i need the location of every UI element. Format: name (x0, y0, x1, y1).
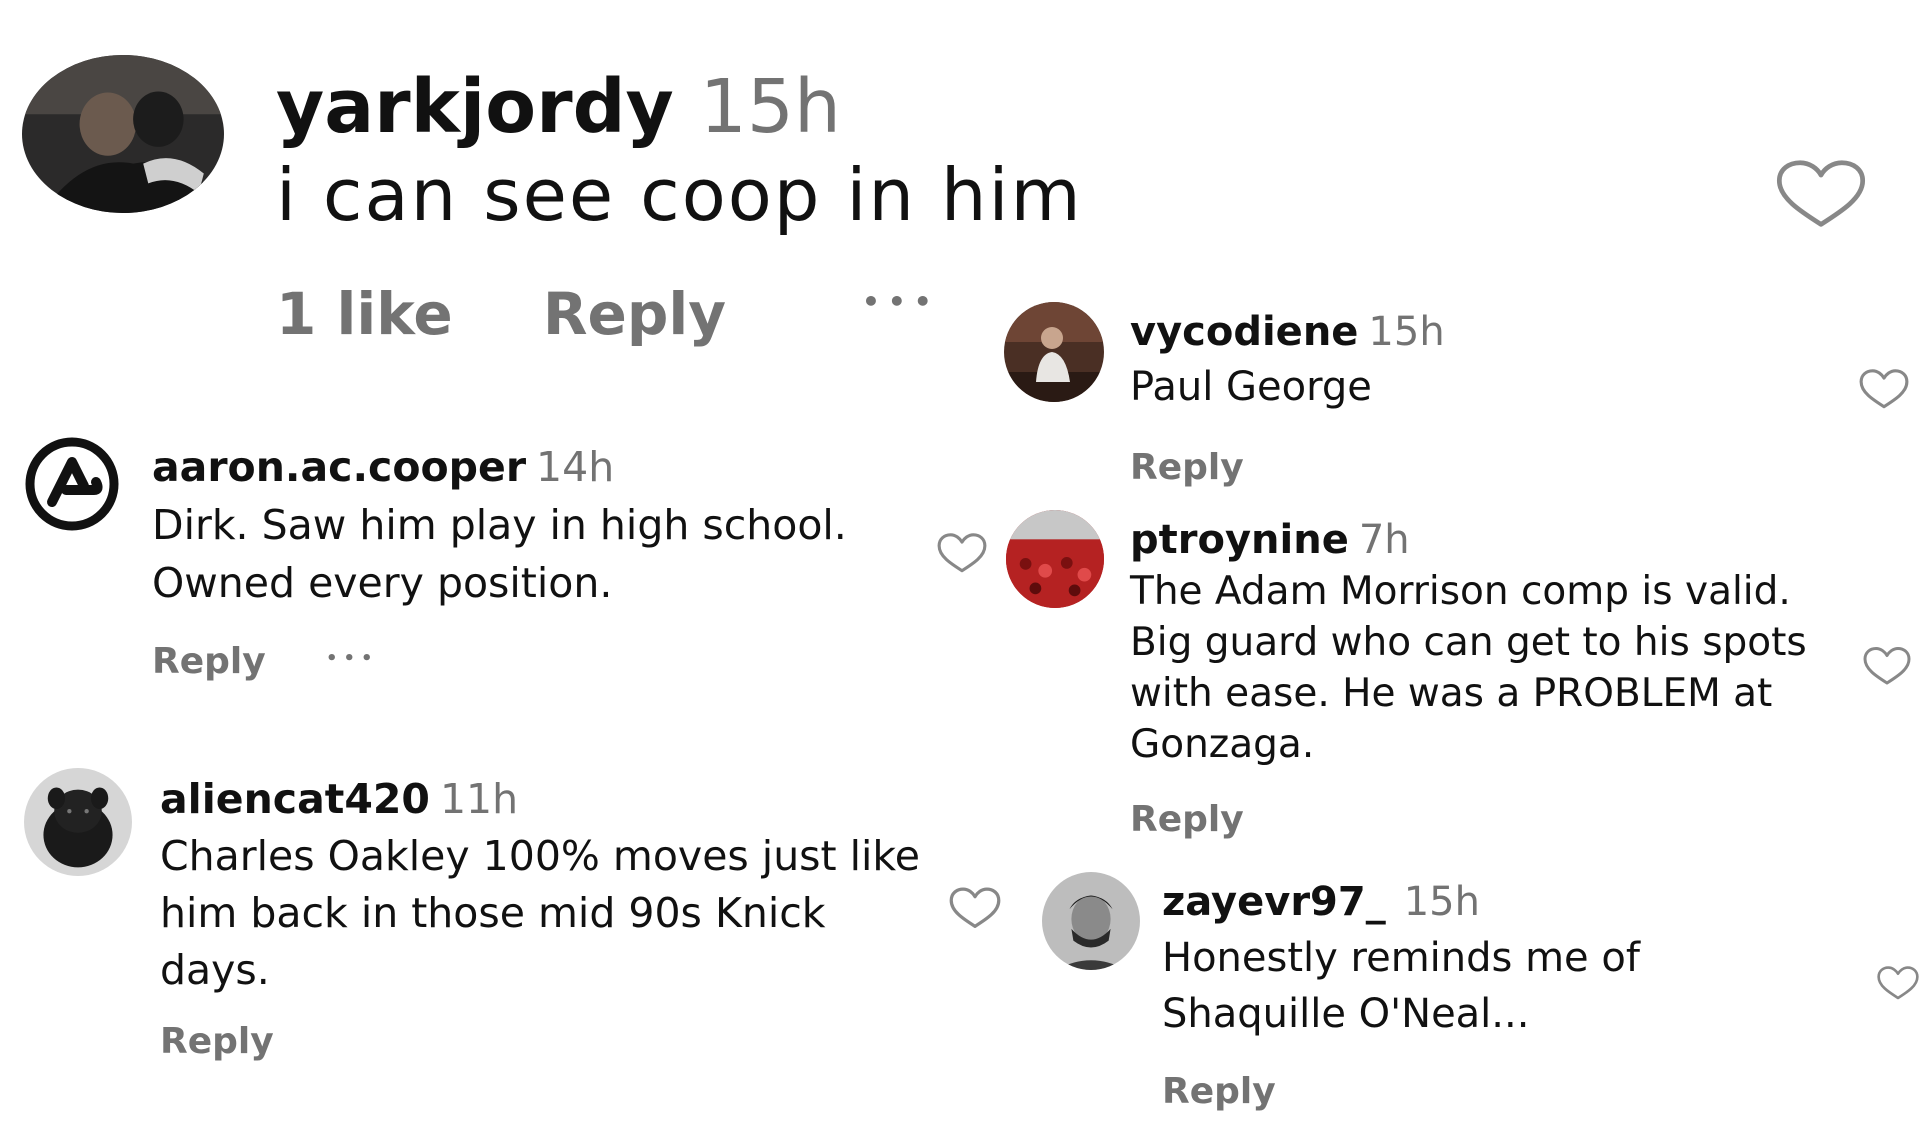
comment-header: yarkjordy 15h (276, 62, 841, 152)
comment-actions: Reply (160, 1018, 274, 1066)
more-options-icon[interactable]: ••• (862, 282, 940, 322)
comment-text: i can see coop in him (276, 153, 1083, 237)
timestamp: 15h (1403, 879, 1480, 925)
comment-actions: Reply (1130, 444, 1244, 492)
comment-aliencat420: aliencat420 11h Charles Oakley 100% moves… (0, 760, 1010, 1062)
timestamp: 14h (536, 443, 615, 491)
comment-vycodiene: vycodiene 15h Paul George Reply (1000, 296, 1920, 496)
comment-text: Dirk. Saw him play in high school. Owned… (152, 501, 847, 607)
comment-text: The Adam Morrison comp is valid. Big gua… (1130, 569, 1807, 767)
reply-button[interactable]: Reply (160, 1021, 274, 1062)
username[interactable]: yarkjordy (276, 64, 674, 150)
comment-ptroynine: ptroynine 7h The Adam Morrison comp is va… (1000, 506, 1920, 846)
heart-outline-icon[interactable] (948, 886, 1002, 930)
timestamp: 11h (439, 775, 519, 823)
username[interactable]: aliencat420 (160, 775, 430, 823)
username[interactable]: zayevr97_ (1162, 879, 1386, 925)
timestamp: 15h (1368, 309, 1445, 355)
username[interactable]: vycodiene (1130, 309, 1358, 355)
comment-header: vycodiene 15h (1130, 306, 1445, 358)
heart-outline-icon[interactable] (936, 532, 988, 574)
avatar[interactable] (1006, 510, 1104, 608)
username[interactable]: ptroynine (1130, 517, 1349, 563)
reply-button[interactable]: Reply (152, 641, 266, 682)
avatar[interactable] (1004, 302, 1104, 402)
avatar[interactable] (22, 55, 224, 213)
comment-text: Charles Oakley 100% moves just like him … (160, 832, 920, 994)
comment-zayevr97: zayevr97_ 15h Honestly reminds me of Shaq… (1030, 868, 1920, 1127)
heart-outline-icon[interactable] (1858, 368, 1910, 410)
reply-button[interactable]: Reply (543, 280, 726, 348)
timestamp: 15h (699, 64, 841, 150)
avatar[interactable] (24, 768, 132, 876)
comment-header: ptroynine 7h (1130, 514, 1410, 566)
heart-outline-icon[interactable] (1876, 962, 1920, 1004)
comment-actions: Reply (152, 638, 266, 686)
heart-outline-icon[interactable] (1772, 158, 1870, 230)
avatar[interactable] (1042, 872, 1140, 970)
comment-aaron-ac-cooper: aaron.ac.cooper 14h Dirk. Saw him play in… (0, 420, 990, 700)
comment-header: aliencat420 11h (160, 772, 518, 826)
avatar[interactable] (22, 434, 122, 534)
username[interactable]: aaron.ac.cooper (152, 443, 526, 491)
reply-button[interactable]: Reply (1130, 447, 1244, 488)
reply-button[interactable]: Reply (1130, 799, 1244, 840)
like-count[interactable]: 1 like (276, 280, 453, 348)
comment-header: zayevr97_ 15h (1162, 876, 1480, 928)
comment-actions: Reply (1130, 796, 1244, 844)
comment-text: Paul George (1130, 364, 1372, 410)
more-options-icon[interactable]: ••• (326, 646, 379, 672)
reply-button[interactable]: Reply (1162, 1071, 1276, 1112)
comment-header: aaron.ac.cooper 14h (152, 440, 614, 494)
timestamp: 7h (1358, 517, 1410, 563)
comment-actions: Reply (1162, 1068, 1276, 1116)
comment-actions: 1 like Reply (276, 274, 726, 354)
comment-text: Honestly reminds me of Shaquille O'Neal.… (1162, 935, 1640, 1037)
heart-outline-icon[interactable] (1862, 646, 1912, 686)
